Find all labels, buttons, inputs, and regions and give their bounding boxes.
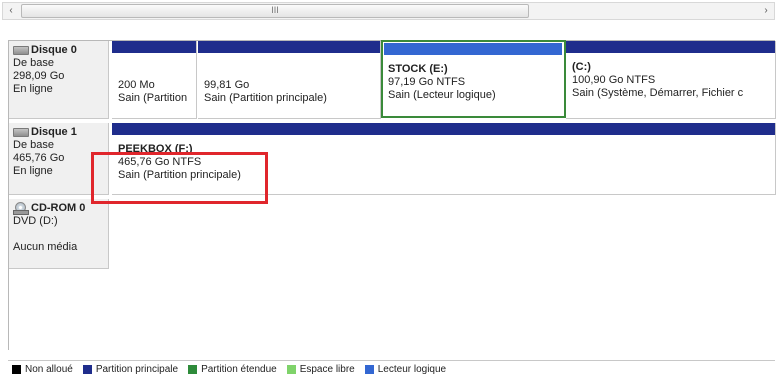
legend: Non alloué Partition principale Partitio… <box>8 360 775 378</box>
partition-status: Sain (Partition <box>118 92 188 104</box>
legend-swatch <box>286 365 296 374</box>
legend-item-free-space: Espace libre <box>286 364 355 375</box>
disk-label-cd-rom-0[interactable]: CD-ROM 0 DVD (D:) Aucun média <box>9 199 109 269</box>
partition-c[interactable]: (C:) 100,90 Go NTFS Sain (Système, Démar… <box>566 41 776 119</box>
partition-status: Sain (Système, Démarrer, Fichier c <box>572 87 744 99</box>
partition-peekbox-f[interactable]: PEEKBOX (F:) 465,76 Go NTFS Sain (Partit… <box>112 123 776 195</box>
partition-size: 465,76 Go NTFS <box>118 156 202 168</box>
legend-item-primary: Partition principale <box>82 364 179 375</box>
legend-label: Espace libre <box>299 364 355 375</box>
partition-bar-primary <box>198 41 380 53</box>
disk-status: En ligne <box>13 165 53 177</box>
disk-name: Disque 0 <box>31 44 77 56</box>
disk-status: En ligne <box>13 83 53 95</box>
legend-swatch <box>12 365 21 374</box>
partition-bar-primary <box>112 41 196 53</box>
partition-size: 200 Mo <box>118 79 155 91</box>
disk-type: De base <box>13 57 54 69</box>
partition-size: 100,90 Go NTFS <box>572 74 656 86</box>
partition-99-81go[interactable]: 99,81 Go Sain (Partition principale) <box>198 41 381 119</box>
disk-size: 298,09 Go <box>13 70 65 82</box>
scrollbar-grip-icon: III <box>271 5 279 15</box>
disk-label-disque-0[interactable]: Disque 0 De base 298,09 Go En ligne <box>9 41 109 119</box>
legend-item-logical: Lecteur logique <box>364 364 447 375</box>
disk-row-cd-rom-0[interactable]: CD-ROM 0 DVD (D:) Aucun média <box>9 199 776 269</box>
partition-name: (C:) <box>572 61 591 73</box>
legend-item-extended: Partition étendue <box>188 364 277 375</box>
hard-disk-icon <box>13 46 29 55</box>
horizontal-scrollbar[interactable]: ‹ III › <box>2 2 775 20</box>
partition-status: Sain (Partition principale) <box>118 169 241 181</box>
partition-name: PEEKBOX (F:) <box>118 143 193 155</box>
scrollbar-thumb[interactable]: III <box>21 4 529 18</box>
scroll-left-arrow-icon[interactable]: ‹ <box>3 3 19 19</box>
disk-name: Disque 1 <box>31 126 77 138</box>
legend-label: Non alloué <box>25 364 73 375</box>
disk-label-disque-1[interactable]: Disque 1 De base 465,76 Go En ligne <box>9 123 109 195</box>
partition-status: Sain (Partition principale) <box>204 92 327 104</box>
partition-size: 97,19 Go NTFS <box>388 76 466 88</box>
partition-name: STOCK (E:) <box>388 63 448 75</box>
legend-label: Lecteur logique <box>377 364 447 375</box>
disk-row-disque-1[interactable]: Disque 1 De base 465,76 Go En ligne PEEK… <box>9 123 776 195</box>
partition-status: Sain (Lecteur logique) <box>388 89 496 101</box>
legend-swatch <box>364 365 374 374</box>
partition-bar-logical <box>384 43 562 55</box>
partition-200mo[interactable]: 200 Mo Sain (Partition <box>112 41 197 119</box>
disk-type: DVD (D:) <box>13 215 58 227</box>
legend-swatch <box>82 365 92 374</box>
partition-bar-primary <box>112 123 775 135</box>
disk-type: De base <box>13 139 54 151</box>
disk-size: 465,76 Go <box>13 152 65 164</box>
legend-swatch <box>188 365 198 374</box>
partition-stock-e[interactable]: STOCK (E:) 97,19 Go NTFS Sain (Lecteur l… <box>381 40 566 118</box>
legend-label: Partition principale <box>95 364 179 375</box>
scroll-right-arrow-icon[interactable]: › <box>758 3 774 19</box>
disk-graphical-view: Disque 0 De base 298,09 Go En ligne 200 … <box>8 40 776 350</box>
partition-bar-primary <box>566 41 775 53</box>
disk-status: Aucun média <box>13 241 78 253</box>
disk-name: CD-ROM 0 <box>31 202 86 214</box>
hard-disk-icon <box>13 128 29 137</box>
partition-size: 99,81 Go <box>204 79 250 91</box>
disk-row-disque-0[interactable]: Disque 0 De base 298,09 Go En ligne 200 … <box>9 40 776 119</box>
cd-rom-icon <box>13 202 29 215</box>
legend-label: Partition étendue <box>201 364 277 375</box>
legend-item-unallocated: Non alloué <box>12 364 73 375</box>
